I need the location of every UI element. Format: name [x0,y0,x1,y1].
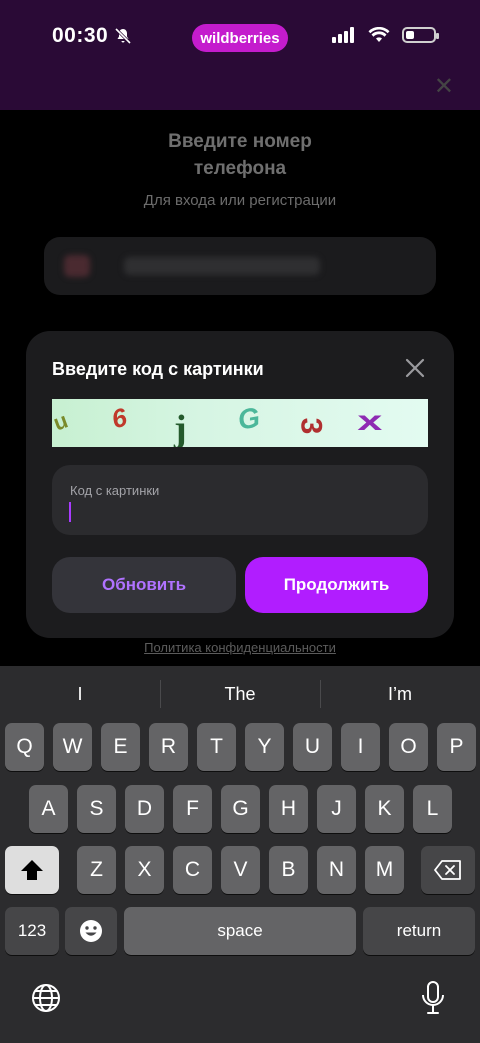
clock-text: 00:30 [52,24,109,47]
key-u[interactable]: U [293,723,332,771]
page-close-icon[interactable]: ✕ [434,72,454,101]
captcha-char: u [52,407,72,436]
continue-button-label: Продолжить [283,575,390,594]
numbers-key[interactable]: 123 [5,907,59,955]
status-bar: 00:30 wildberries ✕ [0,0,480,110]
key-a[interactable]: A [29,785,68,833]
page-title-line2: телефона [193,158,287,179]
key-m[interactable]: M [365,846,404,894]
captcha-char: j [174,408,187,447]
country-flag-icon [64,255,90,277]
text-caret [69,502,71,522]
microphone-icon[interactable] [420,980,446,1016]
wifi-icon [368,27,390,42]
key-r[interactable]: R [149,723,188,771]
key-k[interactable]: K [365,785,404,833]
backspace-key[interactable] [421,846,475,894]
status-icons [332,27,439,43]
battery-icon [402,27,439,43]
phone-number-blurred [124,257,320,275]
keyboard: I The I’m Q W E R T Y U I O P A S D F G … [0,666,480,1043]
globe-icon[interactable] [30,982,62,1014]
captcha-code-input[interactable]: Код с картинки [52,465,428,535]
suggestion-3[interactable]: I’m [320,676,480,712]
refresh-button[interactable]: Обновить [52,557,236,613]
captcha-char: 3 [294,417,328,435]
suggestion-2[interactable]: The [160,676,320,712]
key-x[interactable]: X [125,846,164,894]
key-f[interactable]: F [173,785,212,833]
key-i[interactable]: I [341,723,380,771]
app-pill-label: wildberries [200,29,280,47]
privacy-policy-link[interactable]: Политика конфиденциальности [0,640,480,655]
return-key[interactable]: return [363,907,475,955]
key-n[interactable]: N [317,846,356,894]
key-t[interactable]: T [197,723,236,771]
app-pill[interactable]: wildberries [192,24,288,52]
key-h[interactable]: H [269,785,308,833]
shift-key[interactable] [5,846,59,894]
key-l[interactable]: L [413,785,452,833]
key-d[interactable]: D [125,785,164,833]
shift-icon [21,860,43,880]
phone-input[interactable] [44,237,436,295]
continue-button[interactable]: Продолжить [245,557,428,613]
page-subtitle: Для входа или регистрации [143,192,337,209]
key-s[interactable]: S [77,785,116,833]
captcha-modal: Введите код с картинки u 6 j G 3 x Код с… [26,331,454,638]
captcha-input-label: Код с картинки [70,483,160,498]
key-y[interactable]: Y [245,723,284,771]
modal-title: Введите код с картинки [52,359,264,379]
backspace-icon [434,860,461,880]
key-g[interactable]: G [221,785,260,833]
bell-slash-icon [115,27,132,45]
key-p[interactable]: P [437,723,476,771]
key-o[interactable]: O [389,723,428,771]
status-time: 00:30 [52,24,132,48]
close-icon[interactable] [404,357,426,379]
space-key[interactable]: space [124,907,356,955]
refresh-button-label: Обновить [101,575,187,594]
key-z[interactable]: Z [77,846,116,894]
page-title: Введите номер телефона [0,128,480,182]
captcha-char: 6 [108,401,130,435]
suggestion-1[interactable]: I [0,676,160,712]
captcha-char: G [235,401,263,436]
page-title-line1: Введите номер [168,131,312,152]
captcha-image: u 6 j G 3 x [52,399,428,447]
key-e[interactable]: E [101,723,140,771]
key-w[interactable]: W [53,723,92,771]
emoji-key[interactable] [65,907,117,955]
key-j[interactable]: J [317,785,356,833]
captcha-char: x [357,405,383,436]
key-b[interactable]: B [269,846,308,894]
signal-icon [332,27,354,43]
key-q[interactable]: Q [5,723,44,771]
emoji-icon [80,920,102,942]
key-v[interactable]: V [221,846,260,894]
key-c[interactable]: C [173,846,212,894]
